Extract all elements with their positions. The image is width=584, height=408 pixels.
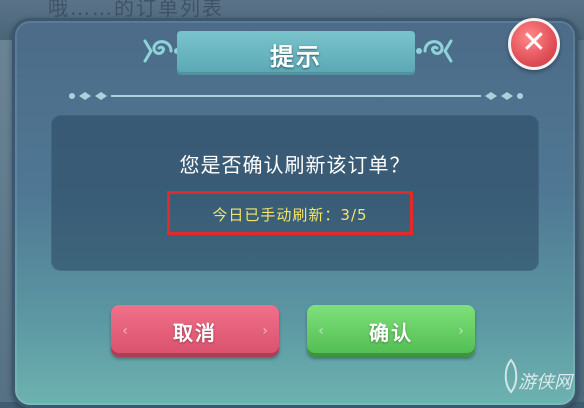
message-panel: 您是否确认刷新该订单？ 今日已手动刷新：3/5 [51, 115, 539, 271]
dialog-title-tab: 提示 [177, 31, 415, 75]
refresh-count-text: 今日已手动刷新：3/5 [212, 206, 368, 224]
ornamental-divider [69, 92, 523, 100]
refresh-count-highlight: 今日已手动刷新：3/5 [167, 191, 413, 235]
cancel-button-label: 取消 [173, 321, 217, 345]
close-icon: ✕ [521, 25, 547, 60]
dialog-title: 提示 [270, 43, 322, 71]
close-button[interactable]: ✕ [508, 18, 560, 70]
confirm-question: 您是否确认刷新该订单？ [179, 153, 411, 177]
watermark-text: 游侠网 [518, 372, 572, 393]
right-swirl-ornament-icon [416, 39, 453, 63]
confirm-button-right-deco-icon: › [458, 323, 464, 339]
cancel-button-right-deco-icon: › [262, 323, 268, 339]
left-swirl-ornament-icon [143, 39, 180, 63]
refresh-order-dialog: 提示 您是否确认刷新该订单？ 今日已手动刷新：3/5 ‹ 取消 › ‹ 确认 › [12, 18, 578, 408]
confirm-button[interactable]: ‹ 确认 › [307, 305, 475, 357]
site-watermark: 游侠网 [500, 356, 580, 396]
confirm-button-label: 确认 [369, 321, 413, 345]
cancel-button[interactable]: ‹ 取消 › [111, 305, 279, 357]
